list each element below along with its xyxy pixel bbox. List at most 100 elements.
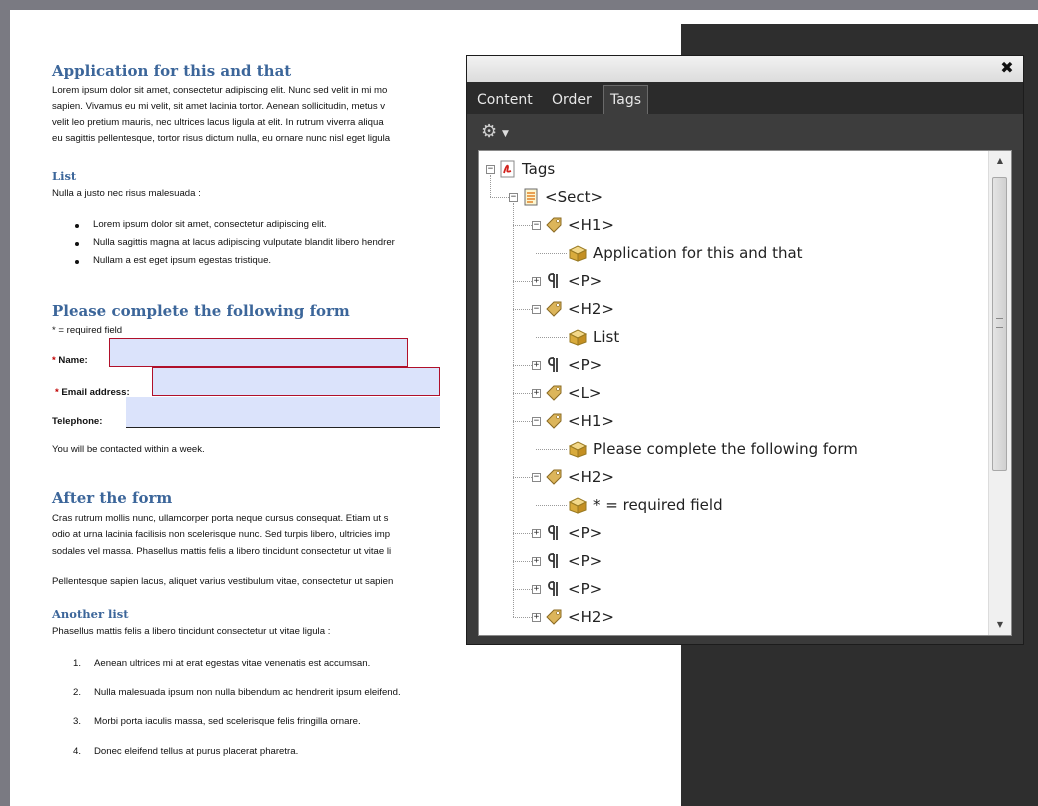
bullet-item: Lorem ipsum dolor sit amet, consectetur … [93,219,327,230]
tree-connector [536,253,567,254]
list-number: 1. [73,658,82,669]
collapse-icon[interactable]: − [532,221,541,230]
expand-icon[interactable]: + [532,277,541,286]
tree-connector [490,197,509,198]
after-line: sodales vel massa. Phasellus mattis feli… [52,546,392,557]
another-list-intro: Phasellus mattis felis a libero tincidun… [52,626,331,637]
tree-connector [513,589,532,590]
form-heading: Please complete the following form [52,302,350,320]
bullet-item: Nullam a est eget ipsum egestas tristiqu… [93,255,272,266]
paragraph-icon [545,552,563,570]
tree-node-label: <L> [568,384,602,402]
bullet-dot [75,242,79,246]
content-box-icon [568,244,588,262]
email-field[interactable] [152,367,440,396]
paragraph-icon [545,272,563,290]
pdf-icon [499,160,517,178]
required-star: * [52,355,56,366]
expand-icon[interactable]: + [532,613,541,622]
list-number: 4. [73,746,82,757]
tree-connector [513,225,532,226]
collapse-icon[interactable]: − [486,165,495,174]
tree-node-label: <H1> [568,412,614,430]
tree-node-label: <P> [568,272,603,290]
after-line: odio at urna lacinia facilisis non scele… [52,529,391,540]
tag-icon [545,412,563,430]
tree-guide [513,203,514,617]
bullet-dot [75,224,79,228]
tree-connector [513,365,532,366]
tab-content[interactable]: Content [471,86,539,114]
tree-connector [513,393,532,394]
tree-node-label: <H1> [568,216,614,234]
telephone-field[interactable] [126,397,440,428]
expand-icon[interactable]: + [532,389,541,398]
after-heading: After the form [52,489,173,507]
tree-node-label: Please complete the following form [593,440,858,458]
numbered-item: Aenean ultrices mi at erat egestas vitae… [94,658,371,669]
tab-order[interactable]: Order [546,86,598,114]
expand-icon[interactable]: + [532,361,541,370]
panel-toolbar: ⚙ ▼ [467,114,1023,150]
intro-line: velit leo pretium mauris, nec ultrices l… [52,117,384,128]
numbered-item: Morbi porta iaculis massa, sed scelerisq… [94,716,361,727]
tag-icon [545,216,563,234]
another-list-heading: Another list [52,607,129,621]
tree-node-label: <P> [568,524,603,542]
tag-tree: − Tags − <Sect> − <H1> Application for this an… [478,150,1012,636]
collapse-icon[interactable]: − [532,305,541,314]
collapse-icon[interactable]: − [532,473,541,482]
tab-tags[interactable]: Tags [603,85,648,114]
paragraph-icon [545,356,563,374]
expand-icon[interactable]: + [532,557,541,566]
email-label-text: Email address: [61,387,130,398]
name-field[interactable] [109,338,408,367]
expand-icon[interactable]: + [532,529,541,538]
scroll-down-arrow[interactable]: ▼ [989,615,1011,635]
tree-node-label: List [593,328,620,346]
collapse-icon[interactable]: − [509,193,518,202]
tree-connector [513,309,532,310]
tree-connector [513,533,532,534]
after-line: Cras rutrum mollis nunc, ullamcorper por… [52,513,389,524]
collapse-icon[interactable]: − [532,417,541,426]
name-label: * Name: [52,353,88,369]
tree-node-label: Tags [522,160,556,178]
close-button[interactable]: ✖ [997,58,1017,78]
tag-icon [545,608,563,626]
required-star: * [55,387,59,398]
tree-node-label: <P> [568,580,603,598]
scroll-grip-icon [996,318,1003,328]
tree-connector [536,449,567,450]
intro-line: eu sagittis pellentesque, tortor risus d… [52,133,391,144]
list-number: 3. [73,716,82,727]
gear-icon[interactable]: ⚙ ▼ [481,121,511,143]
list-heading: List [52,169,77,183]
panel-titlebar[interactable]: ✖ [467,56,1023,82]
paragraph-icon [545,580,563,598]
tree-connector [513,281,532,282]
doc-title: Application for this and that [52,62,292,80]
bullet-item: Nulla sagittis magna at lacus adipiscing… [93,237,395,248]
required-note: * = required field [52,325,123,336]
list-intro: Nulla a justo nec risus malesuada : [52,188,201,199]
tree-node-label: <Sect> [545,188,604,206]
tree-connector [513,561,532,562]
expand-icon[interactable]: + [532,585,541,594]
scroll-up-arrow[interactable]: ▲ [989,151,1011,171]
numbered-item: Nulla malesuada ipsum non nulla bibendum… [94,687,401,698]
vertical-scrollbar[interactable]: ▲ ▼ [988,151,1011,635]
tree-node-label: <H2> [568,608,614,626]
tree-node-label: <P> [568,356,603,374]
intro-line: Lorem ipsum dolor sit amet, consectetur … [52,85,388,96]
tree-connector [536,337,567,338]
tag-icon [545,468,563,486]
tag-icon [545,384,563,402]
list-number: 2. [73,687,82,698]
telephone-label: Telephone: [52,416,103,427]
tree-node-label: Application for this and that [593,244,803,262]
scroll-thumb[interactable] [992,177,1007,471]
tree-connector [536,505,567,506]
numbered-item: Donec eleifend tellus at purus placerat … [94,746,299,757]
tree-node-label: <P> [568,552,603,570]
